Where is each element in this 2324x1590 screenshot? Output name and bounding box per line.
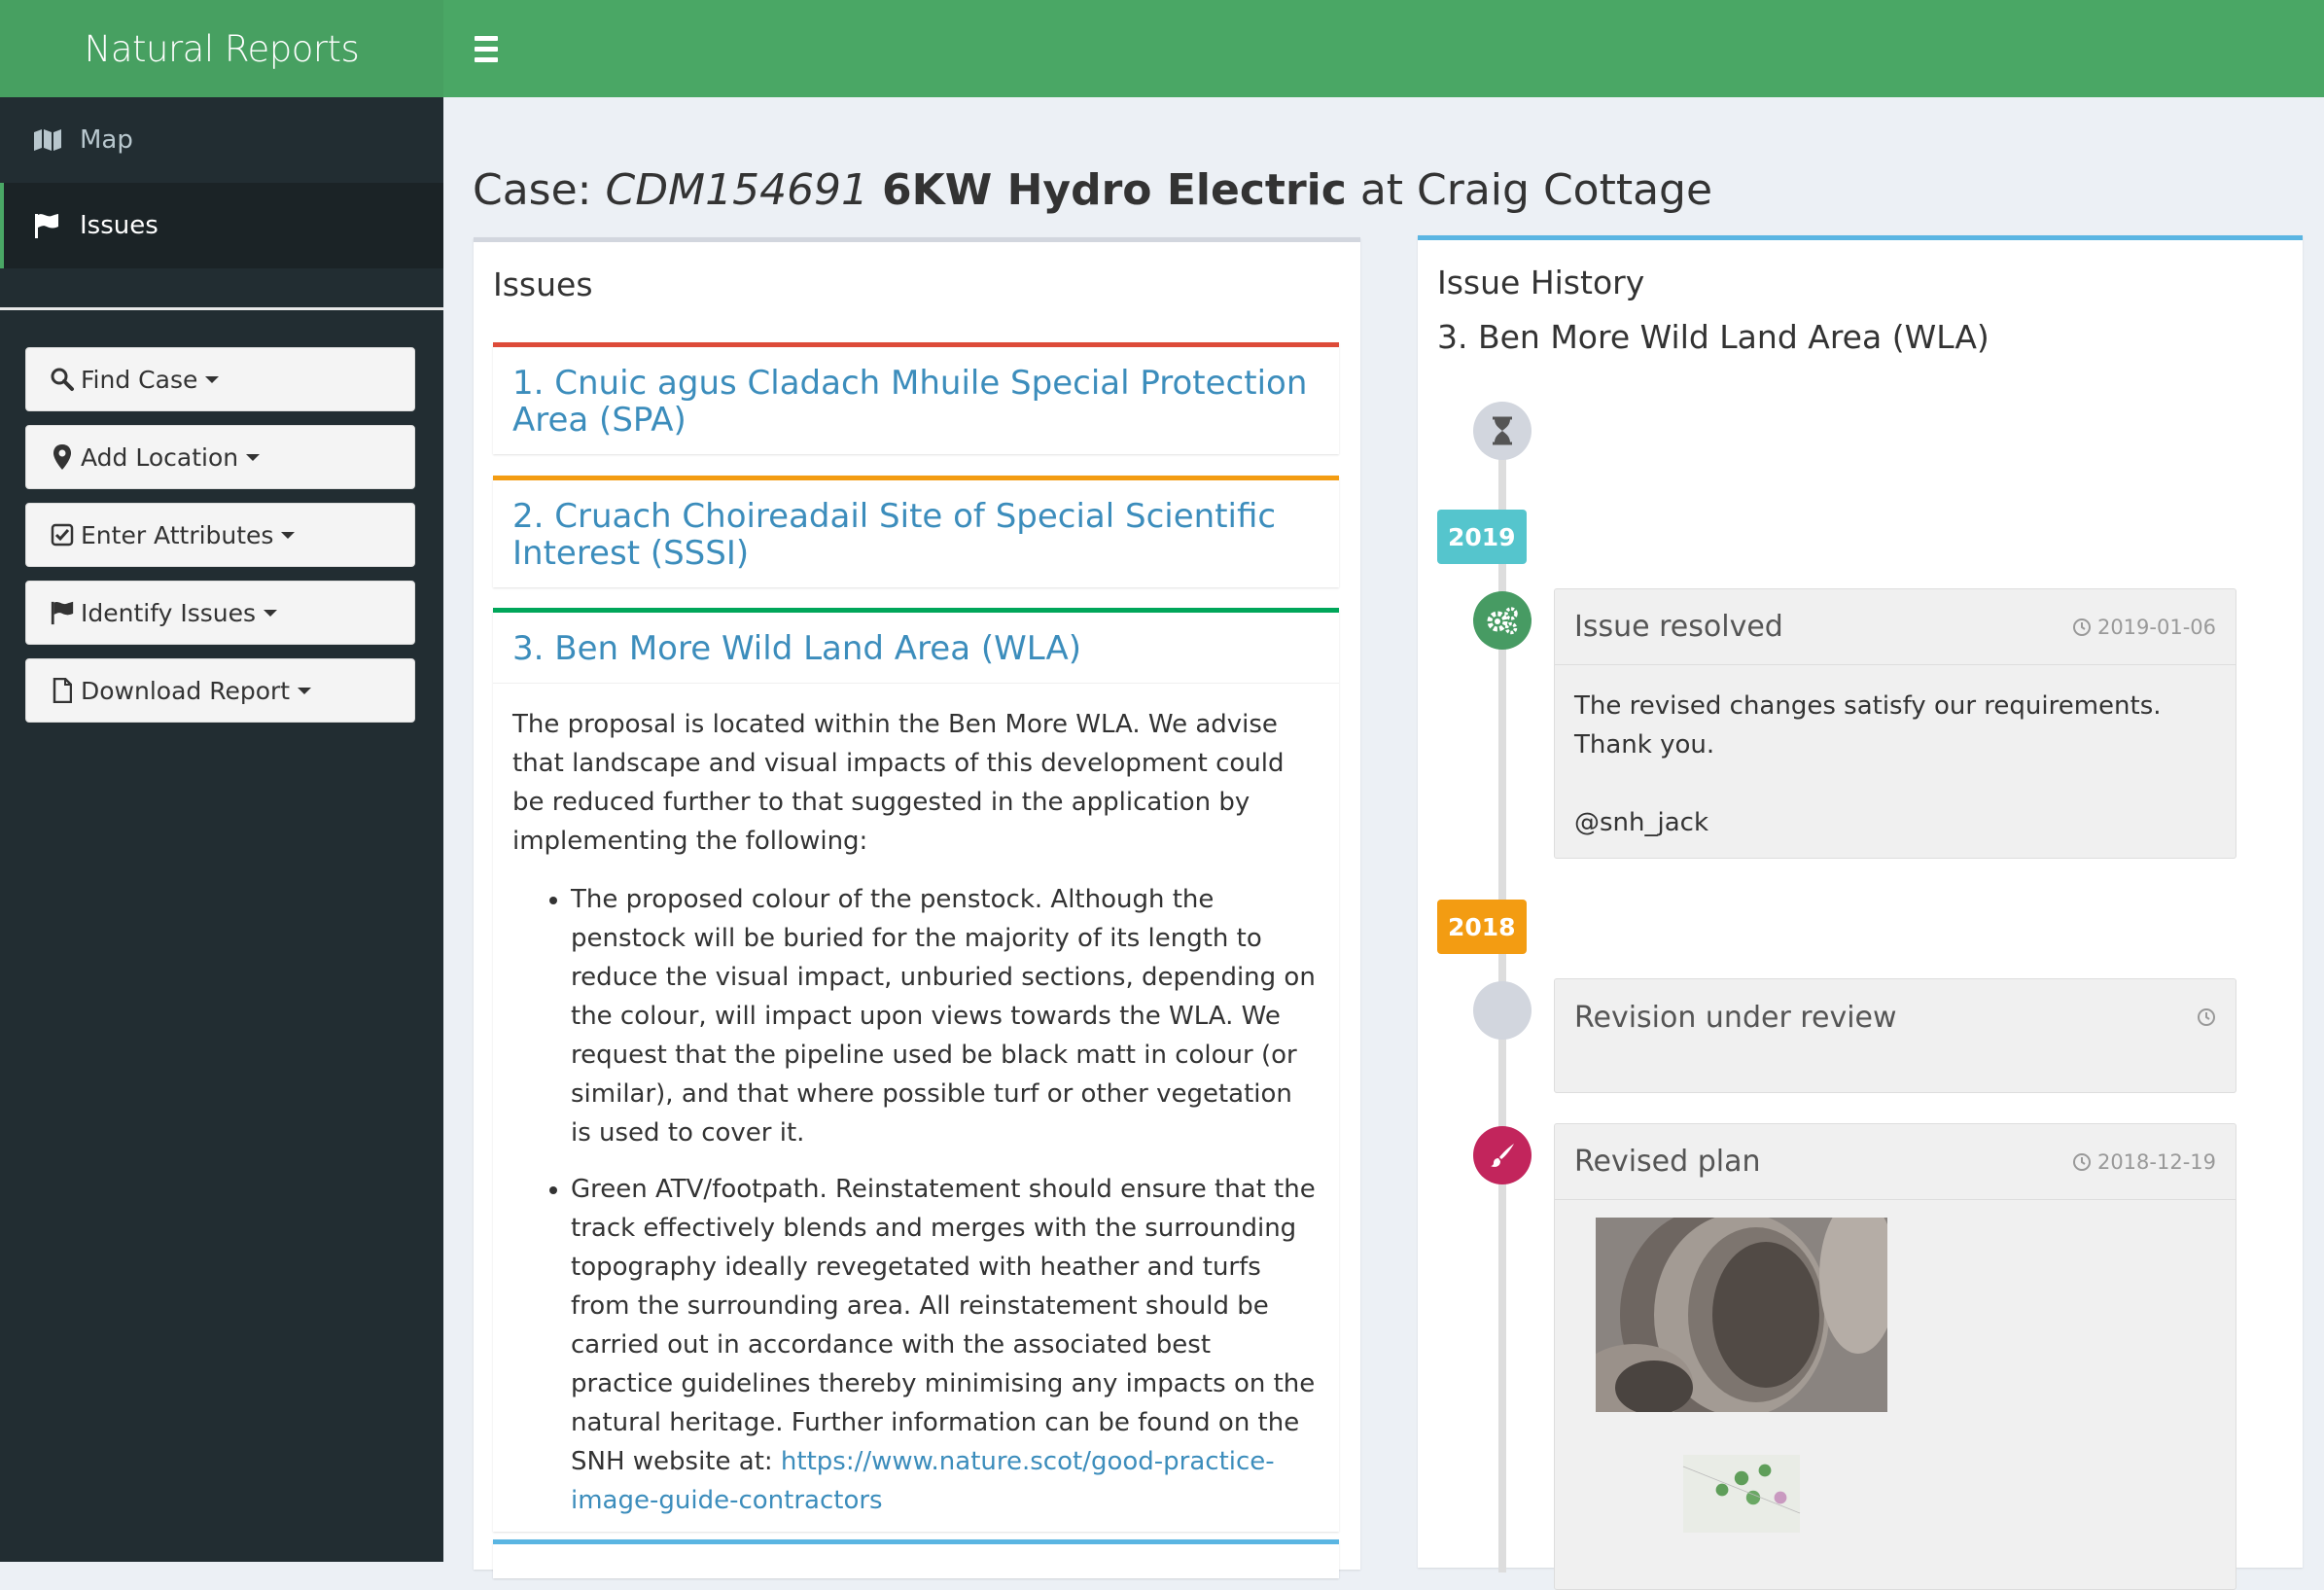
search-icon bbox=[50, 366, 75, 393]
case-id: CDM154691 bbox=[605, 165, 869, 215]
issues-panel-title: Issues bbox=[493, 265, 593, 303]
timeline-item-time: 2018-12-19 bbox=[2072, 1150, 2216, 1174]
history-issue-title: 3. Ben More Wild Land Area (WLA) bbox=[1437, 318, 1989, 356]
top-bar: Natural Reports bbox=[0, 0, 2324, 97]
pipe-photo-thumbnail[interactable] bbox=[1576, 1198, 1897, 1422]
clock-icon bbox=[2072, 1152, 2091, 1171]
find-case-button[interactable]: Find Case bbox=[25, 347, 415, 411]
pending-icon bbox=[1473, 981, 1532, 1040]
timeline-year-label: 2018 bbox=[1437, 900, 1527, 954]
map-icon bbox=[33, 125, 68, 155]
sidebar: Map Issues Find Case Add Location Enter … bbox=[0, 97, 443, 1562]
identify-issues-button[interactable]: Identify Issues bbox=[25, 581, 415, 645]
page-title: Case: CDM154691 6KW Hydro Electric at Cr… bbox=[473, 165, 1713, 215]
map-marker-icon bbox=[50, 443, 75, 471]
timeline-item-time: 2019-01-06 bbox=[2072, 616, 2216, 639]
issue-card-sssi[interactable]: 2. Cruach Choireadail Site of Special Sc… bbox=[493, 476, 1339, 587]
main-content: Case: CDM154691 6KW Hydro Electric at Cr… bbox=[443, 97, 2324, 1590]
issue-history-panel: Issue History 3. Ben More Wild Land Area… bbox=[1418, 235, 2303, 1590]
issue-card-next[interactable] bbox=[493, 1539, 1339, 1578]
clock-icon bbox=[2197, 1007, 2216, 1027]
issue-card-spa[interactable]: 1. Cnuic agus Cladach Mhuile Special Pro… bbox=[493, 342, 1339, 454]
hourglass-icon bbox=[1473, 402, 1532, 460]
timeline-item-title: Issue resolved bbox=[1574, 610, 1783, 644]
issue-recommendations: The proposed colour of the penstock. Alt… bbox=[571, 880, 1320, 1520]
caret-down-icon bbox=[281, 531, 296, 539]
issue-intro: The proposal is located within the Ben M… bbox=[512, 710, 1285, 856]
enter-attributes-button[interactable]: Enter Attributes bbox=[25, 503, 415, 567]
app-logo[interactable]: Natural Reports bbox=[0, 0, 443, 97]
caret-down-icon bbox=[298, 687, 312, 694]
file-icon bbox=[50, 677, 75, 704]
list-item: The proposed colour of the penstock. Alt… bbox=[571, 880, 1320, 1152]
caret-down-icon bbox=[264, 609, 277, 617]
flag-icon bbox=[50, 599, 75, 626]
add-location-button[interactable]: Add Location bbox=[25, 425, 415, 489]
download-report-button[interactable]: Download Report bbox=[25, 658, 415, 723]
sidebar-item-label: Map bbox=[80, 125, 133, 155]
timeline-item-title: Revised plan bbox=[1574, 1145, 1761, 1179]
sidebar-item-label: Issues bbox=[80, 211, 158, 240]
issue-title[interactable]: 2. Cruach Choireadail Site of Special Sc… bbox=[493, 480, 1339, 587]
history-panel-title: Issue History bbox=[1437, 264, 1645, 301]
navbar bbox=[443, 0, 2324, 97]
timeline-item-issue-resolved: Issue resolved 2019-01-06 The revised ch… bbox=[1554, 588, 2236, 859]
caret-down-icon bbox=[246, 453, 261, 461]
caret-down-icon bbox=[205, 375, 220, 383]
sidebar-item-issues[interactable]: Issues bbox=[0, 183, 443, 268]
list-item: Green ATV/footpath. Reinstatement should… bbox=[571, 1170, 1320, 1520]
checkbox-icon bbox=[50, 521, 75, 548]
paintbrush-icon bbox=[1473, 1126, 1532, 1184]
timeline-year-label: 2019 bbox=[1437, 510, 1527, 564]
clock-icon bbox=[2072, 618, 2091, 636]
comment-user: @snh_jack bbox=[1574, 808, 1709, 837]
issue-title[interactable]: 3. Ben More Wild Land Area (WLA) bbox=[493, 613, 1339, 683]
timeline-item-revision-under-review: Revision under review bbox=[1554, 978, 2236, 1093]
gears-icon bbox=[1473, 591, 1532, 650]
issue-card-wla[interactable]: 3. Ben More Wild Land Area (WLA) The pro… bbox=[493, 608, 1339, 1532]
timeline-item-revised-plan: Revised plan 2018-12-19 bbox=[1554, 1123, 2236, 1590]
issue-body: The proposal is located within the Ben M… bbox=[493, 683, 1339, 1520]
menu-toggle-icon[interactable] bbox=[475, 30, 511, 67]
issue-title[interactable]: 1. Cnuic agus Cladach Mhuile Special Pro… bbox=[493, 347, 1339, 454]
timeline-item-title: Revision under review bbox=[1574, 1000, 1897, 1035]
sidebar-item-map[interactable]: Map bbox=[0, 97, 443, 183]
issues-panel: Issues 1. Cnuic agus Cladach Mhuile Spec… bbox=[474, 237, 1360, 1578]
timeline-item-body: The revised changes satisfy our requirem… bbox=[1555, 665, 2236, 864]
flag-icon bbox=[33, 211, 68, 240]
site-plan-thumbnail[interactable] bbox=[1596, 1455, 1887, 1533]
case-name: 6KW Hydro Electric bbox=[882, 165, 1347, 215]
